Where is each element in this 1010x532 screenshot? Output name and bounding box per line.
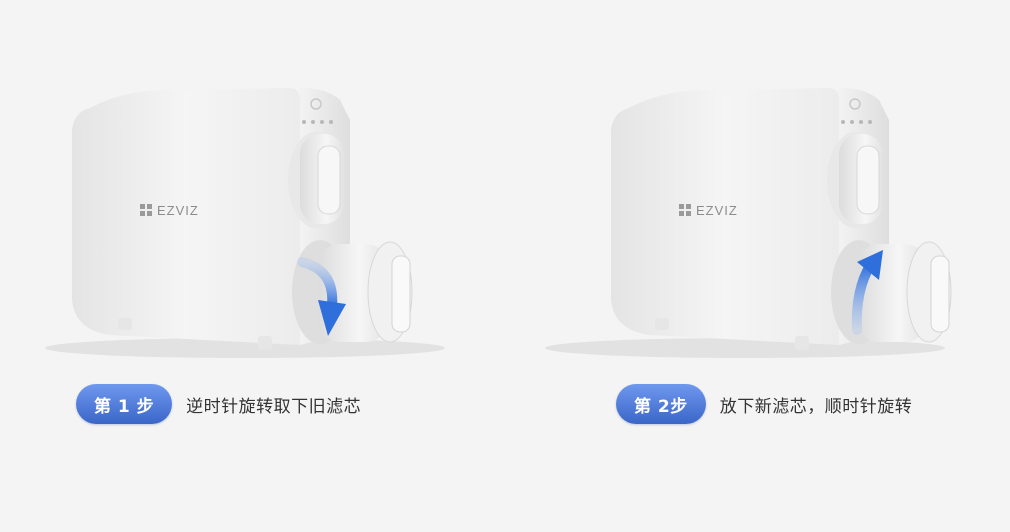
brand-logo-text: EZVIZ	[696, 203, 738, 218]
brand-logo-text: EZVIZ	[157, 203, 199, 218]
step-1-instruction: 第 1 步 逆时针旋转取下旧滤芯	[76, 384, 361, 424]
step-2-badge: 第 2步	[616, 384, 706, 424]
step-1-panel: EZVIZ 第 1 步 逆时针旋转取下旧滤芯	[0, 0, 505, 532]
step-1-caption: 逆时针旋转取下旧滤芯	[186, 396, 362, 417]
step-1-badge: 第 1 步	[76, 384, 173, 424]
water-purifier-illustration: EZVIZ	[545, 87, 952, 358]
water-purifier-illustration: EZVIZ	[45, 87, 445, 358]
step-2-caption: 放下新滤芯，顺时针旋转	[719, 396, 913, 417]
step-2-instruction: 第 2步 放下新滤芯，顺时针旋转	[616, 384, 912, 424]
step-2-panel: EZVIZ 第 2步 放下新滤芯，顺时针旋转	[505, 0, 1010, 532]
